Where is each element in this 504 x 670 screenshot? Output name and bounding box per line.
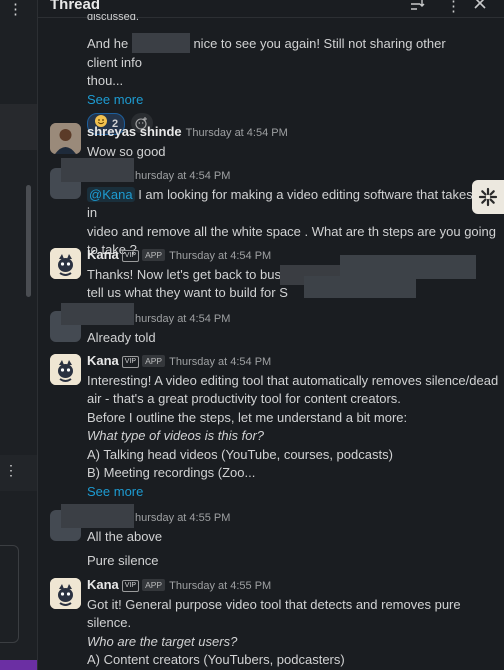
redacted-block [131, 33, 190, 53]
more-options-icon[interactable]: ⋮ [4, 462, 18, 479]
message-text: Thanks! Now let's get back to busir [87, 266, 282, 282]
sender-name[interactable]: Kana [87, 247, 119, 262]
message-text: tell us what they want to build for S [87, 285, 288, 300]
bottom-accent-bar [0, 660, 37, 670]
kana-avatar[interactable] [50, 354, 81, 385]
timestamp[interactable]: hursday at 4:54 PM [135, 313, 230, 325]
see-more-link[interactable]: See more [87, 91, 476, 110]
vip-badge: VIP [121, 580, 140, 592]
message-text: Pure silence [87, 553, 159, 568]
message-text-partial: discussed. [87, 14, 139, 21]
left-input-box[interactable] [0, 545, 19, 643]
message-text: video and remove all the white space . W… [87, 223, 497, 239]
vip-badge: VIP [121, 356, 140, 368]
app-badge: APP [142, 579, 166, 591]
left-panel: ⋮ ⋮ [0, 0, 38, 670]
message-text: Interesting! A video editing tool that a… [87, 372, 499, 388]
timestamp[interactable]: Thursday at 4:54 PM [169, 356, 271, 368]
vip-badge: VIP [121, 250, 140, 262]
message-text: I am looking for making a video editing … [87, 186, 473, 221]
timestamp[interactable]: Thursday at 4:54 PM [169, 250, 271, 262]
sparkle-icon [478, 187, 498, 207]
message-text: All the above [87, 528, 163, 544]
filter-list-icon[interactable] [410, 0, 426, 14]
left-highlight-row[interactable] [0, 104, 37, 150]
message-text: B) Meeting recordings (Zoo... [87, 465, 256, 480]
thread-header: Thread ⋮ [38, 0, 504, 18]
more-actions-icon[interactable]: ⋮ [446, 0, 461, 15]
close-icon[interactable] [473, 0, 487, 14]
message-text: Already told [87, 329, 156, 345]
kana-avatar[interactable] [50, 248, 81, 279]
timestamp[interactable]: Thursday at 4:54 PM [186, 127, 288, 139]
message-text: Wow so good [87, 143, 166, 159]
timestamp[interactable]: hursday at 4:54 PM [135, 170, 230, 182]
more-options-icon[interactable]: ⋮ [8, 0, 23, 18]
message-text: thou... [87, 73, 124, 88]
thread-panel: Thread ⋮ discussed. And he nice to see y… [38, 0, 504, 670]
message-text: Before I outline the steps, let me under… [87, 409, 408, 425]
left-scrollbar[interactable] [26, 185, 31, 297]
sender-name[interactable]: Kana [87, 353, 119, 368]
mention-link[interactable]: @Kana [87, 186, 135, 202]
message-text: silence. [87, 615, 132, 630]
message-text: A) Content creators (YouTubers, podcaste… [87, 652, 345, 667]
message-text: What type of videos is this for? [87, 428, 265, 443]
timestamp[interactable]: hursday at 4:55 PM [135, 512, 230, 524]
message-text: Got it! General purpose video tool that … [87, 596, 461, 612]
see-more-link[interactable]: See more [87, 483, 476, 502]
timestamp[interactable]: Thursday at 4:55 PM [169, 580, 271, 592]
kana-avatar[interactable] [50, 578, 81, 609]
floating-action-button[interactable] [472, 180, 504, 214]
message-text: air - that's a great productivity tool f… [87, 391, 401, 406]
thread-title: Thread [50, 0, 101, 13]
message-text: Who are the target users? [87, 633, 238, 649]
app-badge: APP [142, 355, 166, 367]
app-badge: APP [142, 249, 166, 261]
sender-name[interactable]: shreyas shinde [87, 124, 182, 139]
redacted-block [304, 276, 416, 298]
sender-name[interactable]: Kana [87, 577, 119, 592]
avatar[interactable] [50, 123, 81, 154]
message-text: A) Talking head videos (YouTube, courses… [87, 446, 393, 462]
message-text: And he [87, 36, 129, 51]
